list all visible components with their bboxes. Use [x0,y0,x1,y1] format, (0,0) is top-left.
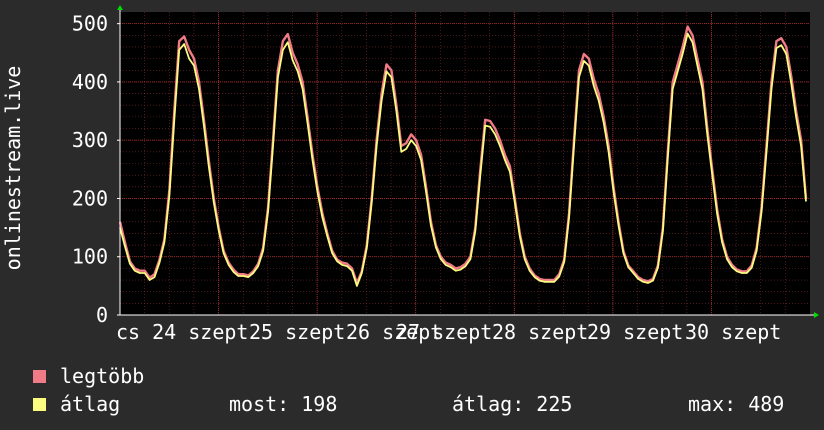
y-tick-labels: 0 100 200 300 400 500 [72,12,108,327]
y-axis-label: onlinestream.live [1,66,25,271]
stat-max: max: 489 [688,392,785,416]
x-tick-label: cs 24 szept [116,320,248,344]
y-tick-label: 0 [96,303,108,327]
x-tick-label: 28 szept [492,320,588,344]
y-tick-label: 100 [72,245,108,269]
legend-swatch-avg [32,396,47,412]
stat-average: átlag: 225 [452,392,573,416]
y-tick-label: 200 [72,186,108,210]
y-tick-label: 500 [72,12,108,36]
x-tick-label: 25 szept [249,320,345,344]
legend-label-max: legtöbb [60,364,145,388]
x-tick-labels: cs 24 szept 25 szept 26 szept27 szept 28 sz… [116,320,781,344]
legend-item-avg: átlag most: 198 átlag: 225 max: 489 [32,390,824,418]
legend-swatch-max [32,368,47,384]
y-tick-label: 300 [72,128,108,152]
legend-label-avg: átlag [60,392,121,416]
x-tick-label: 30 szept [685,320,781,344]
legend: legtöbb átlag most: 198 átlag: 225 max: … [32,362,824,418]
legend-item-max: legtöbb [32,362,824,390]
x-tick-label: 29 szept [587,320,683,344]
x-axis-arrow [814,312,819,318]
y-tick-label: 400 [72,70,108,94]
stat-now: most: 198 [229,392,338,416]
x-tick-label: 27 szept [396,320,492,344]
y-axis-arrow [117,5,123,10]
